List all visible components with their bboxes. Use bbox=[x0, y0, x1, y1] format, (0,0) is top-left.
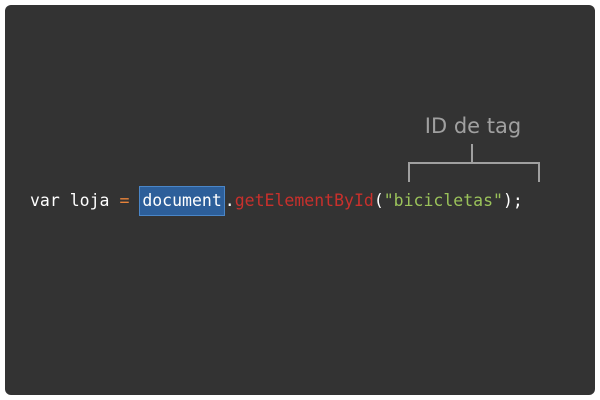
code-method: getElementById bbox=[234, 191, 374, 210]
code-operator: = bbox=[119, 191, 130, 210]
code-dot: . bbox=[224, 191, 235, 210]
code-argument-string: "bicicletas" bbox=[383, 191, 503, 210]
code-keyword: var bbox=[30, 191, 60, 210]
code-close: ); bbox=[502, 191, 523, 210]
code-line: var loja = document .getElementById("bici… bbox=[30, 186, 523, 216]
code-open-paren: ( bbox=[373, 191, 384, 210]
code-variable: loja bbox=[69, 191, 110, 210]
code-object-highlighted: document bbox=[139, 186, 225, 216]
